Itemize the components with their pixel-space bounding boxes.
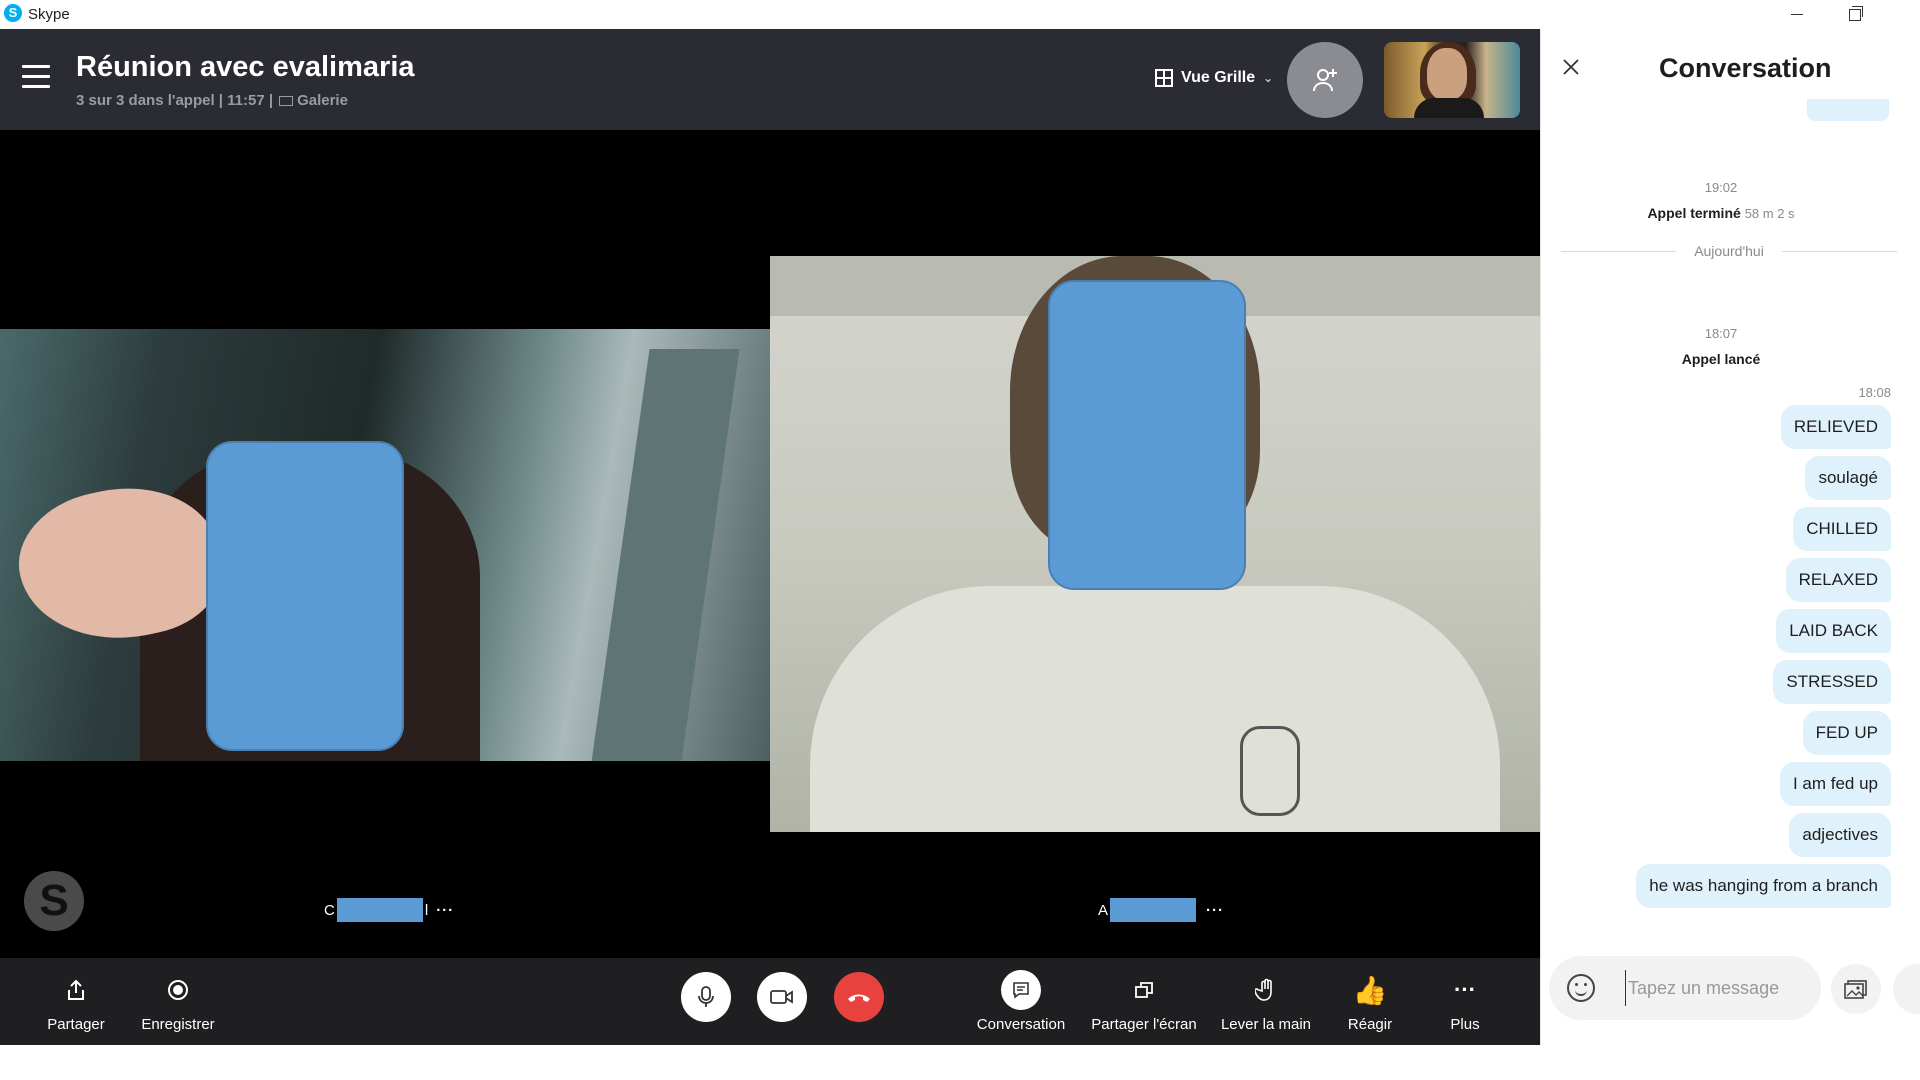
participant-more-button[interactable]: ··· (436, 902, 454, 919)
call-status: 3 sur 3 dans l'appel | 11:57 | (76, 92, 274, 109)
chat-icon (1013, 982, 1029, 999)
camera-button[interactable] (757, 972, 807, 1022)
view-selector[interactable]: Vue Grille ⌄ (1155, 69, 1273, 87)
more-icon: ··· (1454, 977, 1476, 1002)
message-bubble[interactable]: I am fed up (1779, 762, 1891, 806)
message-bubble[interactable]: RELIEVED (1780, 405, 1891, 449)
conversation-label: Conversation (976, 1016, 1066, 1033)
record-icon (168, 980, 188, 1000)
record-button[interactable]: Enregistrer (138, 958, 218, 1045)
restore-button[interactable] (1827, 0, 1883, 29)
record-label: Enregistrer (141, 1016, 215, 1033)
gallery-label[interactable]: Galerie (297, 92, 348, 109)
close-chat-button[interactable] (1559, 55, 1583, 79)
message-bubble[interactable]: soulagé (1805, 456, 1891, 500)
message-bubble[interactable]: STRESSED (1773, 660, 1891, 704)
raise-hand-label: Lever la main (1220, 1016, 1312, 1033)
camera-icon (770, 990, 793, 1004)
skype-badge-icon: S (24, 871, 84, 931)
add-person-icon (1313, 69, 1337, 92)
name-redaction (336, 898, 423, 922)
microphone-button[interactable] (681, 972, 731, 1022)
grid-icon (1155, 69, 1173, 87)
minimize-button[interactable] (1769, 0, 1825, 29)
self-video-preview[interactable] (1384, 42, 1520, 118)
skype-logo-icon: S (4, 4, 22, 22)
call-title: Réunion avec evalimaria (76, 51, 415, 83)
call-header: Réunion avec evalimaria 3 sur 3 dans l'a… (0, 29, 1540, 130)
app-name: Skype (28, 6, 70, 23)
react-button[interactable]: 👍 Réagir (1340, 958, 1400, 1045)
gallery-icon (279, 96, 294, 106)
composer-extra-button[interactable] (1893, 964, 1920, 1014)
event-text: Appel terminé 58 m 2 s (1647, 205, 1795, 221)
attach-media-button[interactable] (1831, 964, 1881, 1014)
hangup-button[interactable] (834, 972, 884, 1022)
react-label: Réagir (1347, 1016, 1393, 1033)
close-icon (1563, 59, 1579, 75)
share-label: Partager (47, 1016, 105, 1033)
window-titlebar: S Skype (0, 0, 1920, 29)
raise-hand-icon (1255, 978, 1272, 1001)
hamburger-icon[interactable] (22, 65, 50, 89)
emoji-icon[interactable] (1567, 974, 1595, 1002)
date-divider: Aujourd'hui (1561, 243, 1897, 259)
call-area: Réunion avec evalimaria 3 sur 3 dans l'a… (0, 29, 1540, 1045)
event-time: 19:02 (1704, 180, 1738, 195)
message-bubble[interactable]: LAID BACK (1776, 609, 1891, 653)
chat-panel: Conversation 19:02 Appel terminé 58 m 2 … (1540, 29, 1920, 1045)
participant-name-1: Cl ··· (324, 898, 454, 922)
share-button[interactable]: Partager (42, 958, 110, 1045)
message-input[interactable] (1625, 970, 1815, 1006)
microphone-icon (698, 986, 714, 1007)
message-time: 18:08 (1858, 385, 1891, 400)
participant-name-2: A ··· (1098, 898, 1224, 922)
chevron-down-icon: ⌄ (1263, 71, 1274, 85)
message-bubble[interactable]: FED UP (1802, 711, 1891, 755)
participant-video-1[interactable] (0, 329, 770, 761)
hangup-icon (848, 994, 870, 1002)
name-redaction (1110, 898, 1197, 922)
share-screen-button[interactable]: Partager l'écran (1088, 958, 1200, 1045)
face-redaction (206, 441, 404, 751)
event-text: Appel lancé (1681, 351, 1761, 367)
message-bubble[interactable]: CHILLED (1793, 507, 1891, 551)
participant-more-button[interactable]: ··· (1206, 902, 1224, 919)
call-duration: 58 m 2 s (1744, 206, 1795, 221)
attach-media-icon (1844, 980, 1867, 999)
view-selector-label: Vue Grille (1181, 69, 1256, 86)
chat-history[interactable]: 19:02 Appel terminé 58 m 2 s Aujourd'hui… (1541, 99, 1920, 939)
message-bubble-partial (1807, 99, 1889, 121)
more-button[interactable]: ··· Plus (1440, 958, 1490, 1045)
message-bubble[interactable]: he was hanging from a branch (1636, 864, 1891, 908)
raise-hand-button[interactable]: Lever la main (1216, 958, 1316, 1045)
message-bubble[interactable]: RELAXED (1785, 558, 1891, 602)
event-time: 18:07 (1704, 326, 1738, 341)
add-participant-button[interactable] (1287, 42, 1363, 118)
participant-video-2[interactable] (770, 256, 1540, 832)
thumbs-up-icon: 👍 (1352, 974, 1388, 1006)
message-bubble[interactable]: adjectives (1789, 813, 1891, 857)
conversation-button[interactable]: Conversation (966, 958, 1076, 1045)
window-bottom-strip (0, 1045, 1920, 1080)
chat-title: Conversation (1659, 53, 1832, 83)
call-subtitle: 3 sur 3 dans l'appel | 11:57 | Galerie (76, 92, 348, 109)
face-redaction (1048, 280, 1246, 590)
message-composer (1549, 956, 1821, 1020)
share-icon (68, 979, 84, 1000)
share-screen-label: Partager l'écran (1091, 1016, 1197, 1033)
more-label: Plus (1450, 1016, 1480, 1033)
share-screen-icon (1135, 982, 1153, 998)
